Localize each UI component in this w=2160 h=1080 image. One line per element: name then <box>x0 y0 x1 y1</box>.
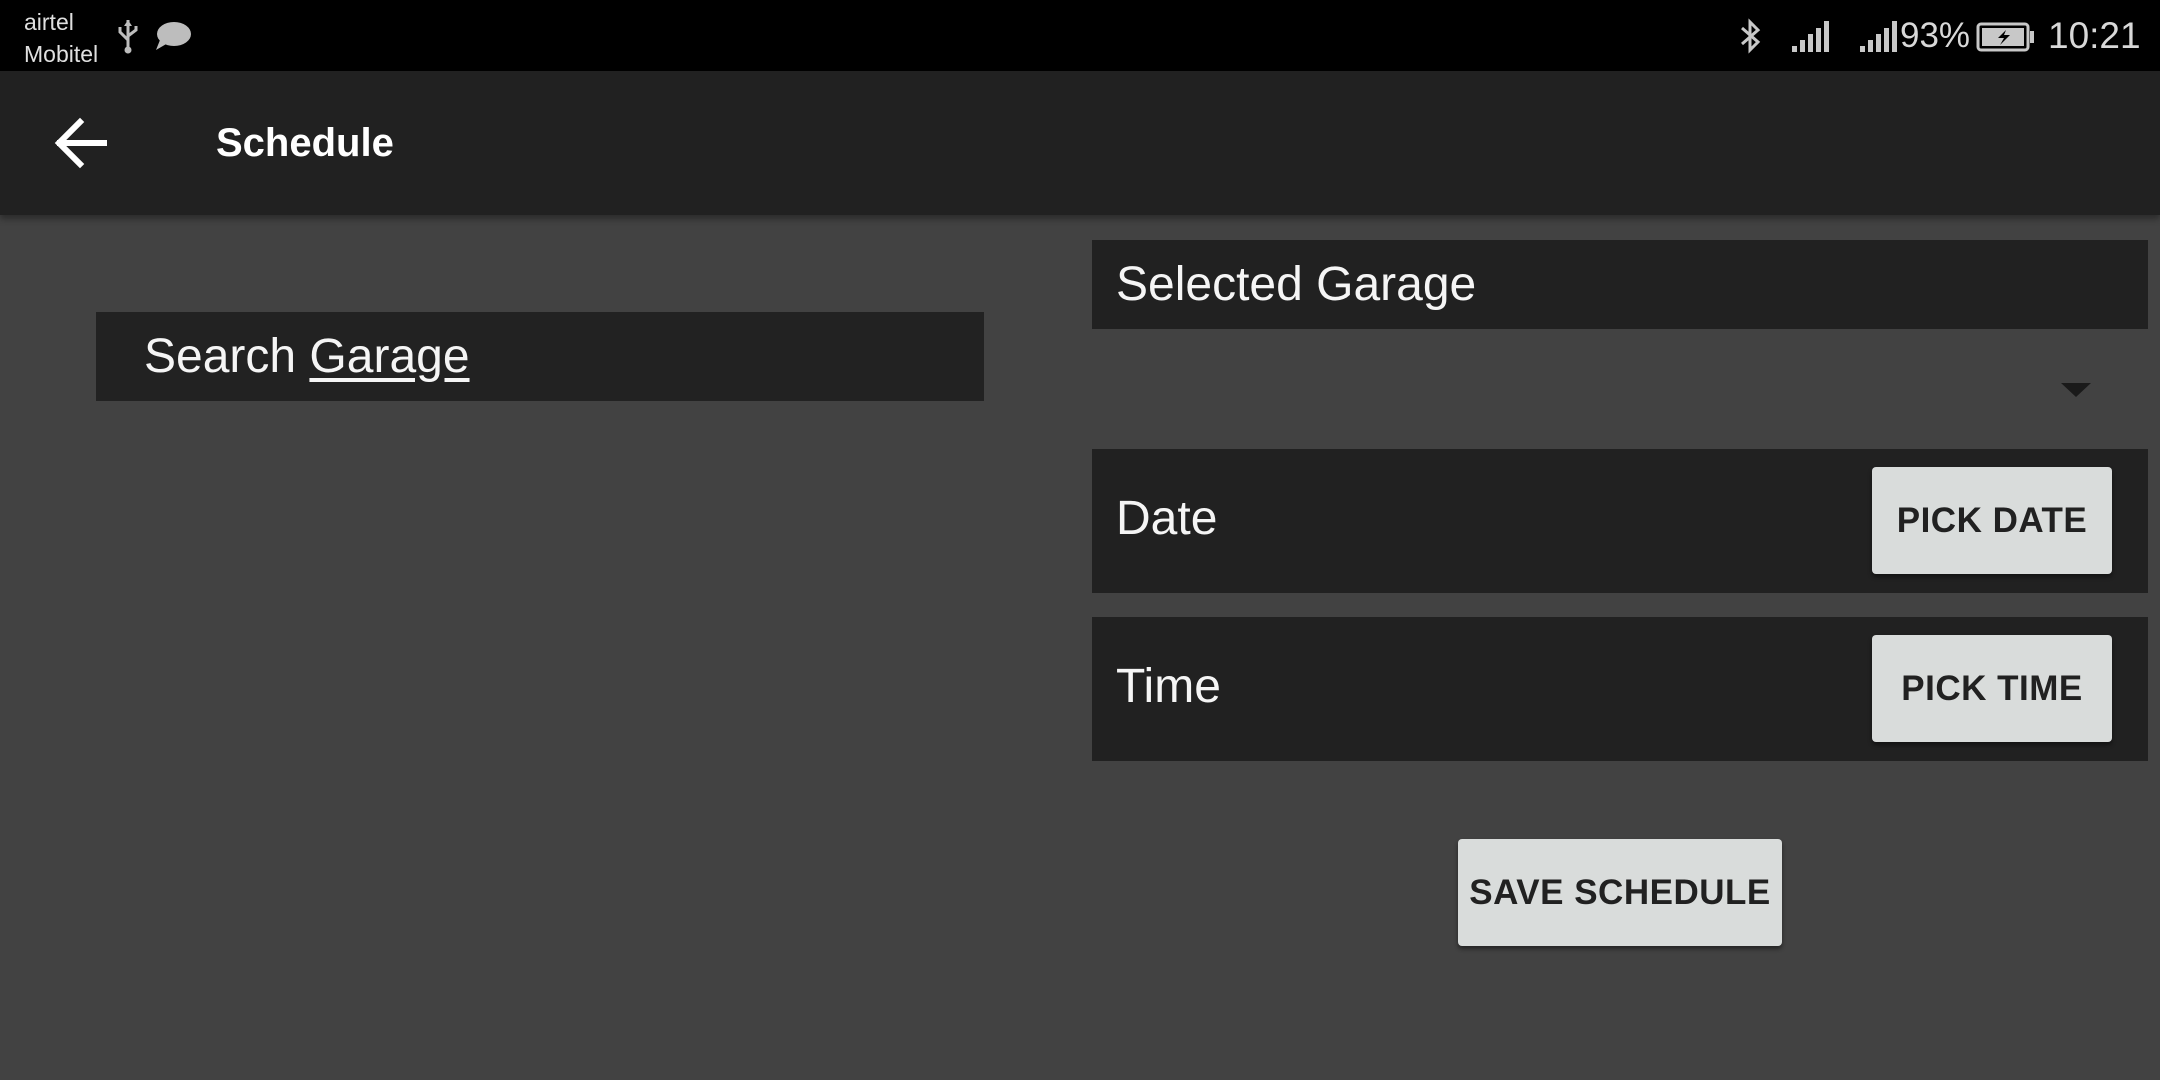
save-schedule-button[interactable]: SAVE SCHEDULE <box>1458 839 1782 946</box>
garage-dropdown[interactable] <box>1092 346 2148 432</box>
time-row: Time PICK TIME <box>1092 617 2148 761</box>
selected-garage-header: Selected Garage <box>1092 240 2148 329</box>
time-label: Time <box>1116 660 1221 713</box>
status-bar: airtel Mobitel 93% 10:21 <box>0 0 2160 71</box>
search-text-underlined: Garage <box>309 330 470 383</box>
bluetooth-icon <box>1741 18 1761 54</box>
back-arrow-icon <box>54 117 107 169</box>
search-garage-field[interactable]: Search Garage <box>96 312 984 401</box>
page-title: Schedule <box>216 121 394 165</box>
dropdown-arrow-icon <box>2061 383 2091 397</box>
selected-garage-label: Selected Garage <box>1116 258 1477 311</box>
back-button[interactable] <box>52 116 112 170</box>
usb-icon <box>118 20 138 54</box>
search-garage-text: Search Garage <box>144 330 470 384</box>
battery-percent: 93% <box>1900 16 1971 55</box>
app-toolbar: Schedule <box>0 71 2160 215</box>
message-icon <box>156 22 191 50</box>
signal-icon-2 <box>1860 21 1897 52</box>
date-row: Date PICK DATE <box>1092 449 2148 593</box>
battery-charging-icon <box>1976 22 2034 52</box>
pick-date-button[interactable]: PICK DATE <box>1872 467 2112 574</box>
carrier-names: airtel Mobitel <box>24 6 98 70</box>
clock: 10:21 <box>2048 15 2141 56</box>
search-text-prefix: Search <box>144 330 310 383</box>
carrier-1: airtel <box>24 9 74 35</box>
signal-icon <box>1792 21 1829 52</box>
carrier-2: Mobitel <box>24 41 99 67</box>
pick-time-button[interactable]: PICK TIME <box>1872 635 2112 742</box>
date-label: Date <box>1116 492 1218 545</box>
